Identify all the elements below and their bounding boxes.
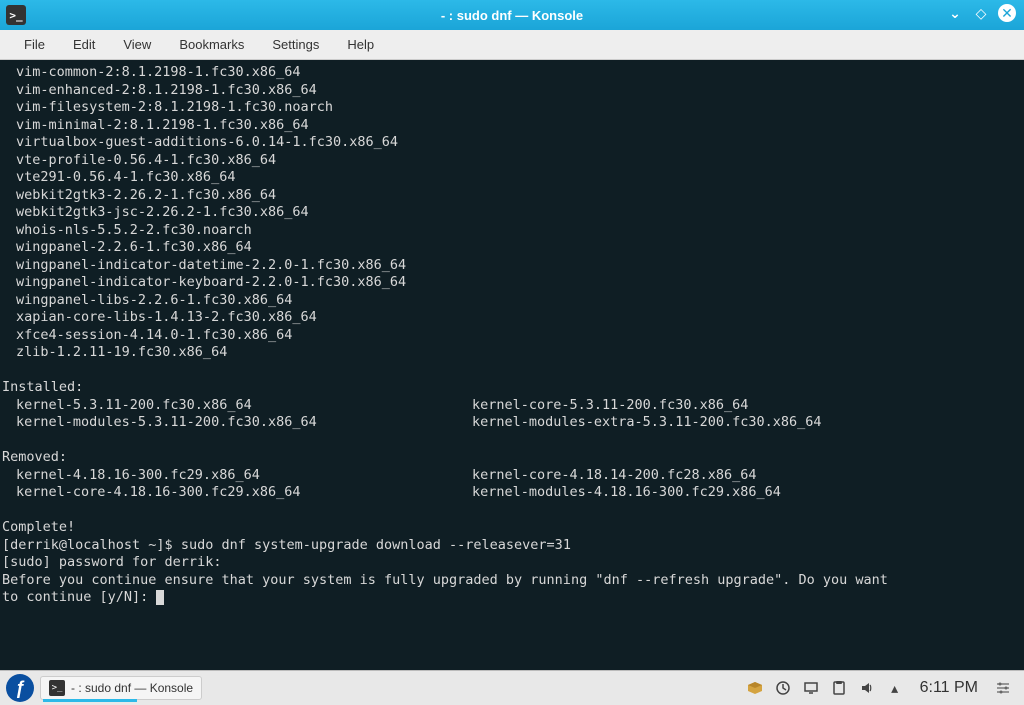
menu-edit[interactable]: Edit (59, 32, 109, 57)
removed-row: kernel-4.18.16-300.fc29.x86_64kernel-cor… (2, 467, 1022, 485)
settings-icon[interactable] (994, 679, 1012, 697)
package-line: wingpanel-2.2.6-1.fc30.x86_64 (2, 239, 1022, 257)
package-line: vim-common-2:8.1.2198-1.fc30.x86_64 (2, 64, 1022, 82)
display-icon[interactable] (802, 679, 820, 697)
app-icon: >_ (6, 5, 26, 25)
package-line: vim-minimal-2:8.1.2198-1.fc30.x86_64 (2, 117, 1022, 135)
system-tray: ▴ 6:11 PM (746, 679, 1018, 697)
removed-header: Removed: (2, 449, 1022, 467)
package-line: xfce4-session-4.14.0-1.fc30.x86_64 (2, 327, 1022, 345)
menu-file[interactable]: File (10, 32, 59, 57)
window-titlebar: >_ - : sudo dnf — Konsole ⌄ ◇ ✕ (0, 0, 1024, 30)
update-icon[interactable] (774, 679, 792, 697)
package-line: vte-profile-0.56.4-1.fc30.x86_64 (2, 152, 1022, 170)
package-line: vim-filesystem-2:8.1.2198-1.fc30.noarch (2, 99, 1022, 117)
package-line: zlib-1.2.11-19.fc30.x86_64 (2, 344, 1022, 362)
prompt-line: [derrik@localhost ~]$ sudo dnf system-up… (2, 537, 1022, 555)
menu-help[interactable]: Help (333, 32, 388, 57)
package-line: webkit2gtk3-2.26.2-1.fc30.x86_64 (2, 187, 1022, 205)
start-button[interactable]: ƒ (6, 674, 34, 702)
minimize-button[interactable]: ⌄ (946, 4, 964, 22)
window-title: - : sudo dnf — Konsole (441, 8, 583, 23)
package-line: wingpanel-libs-2.2.6-1.fc30.x86_64 (2, 292, 1022, 310)
menu-settings[interactable]: Settings (258, 32, 333, 57)
task-label: - : sudo dnf — Konsole (71, 681, 193, 695)
confirm-line: Before you continue ensure that your sys… (2, 572, 1022, 607)
package-line: wingpanel-indicator-keyboard-2.2.0-1.fc3… (2, 274, 1022, 292)
clock[interactable]: 6:11 PM (914, 679, 984, 697)
package-line: virtualbox-guest-additions-6.0.14-1.fc30… (2, 134, 1022, 152)
installed-header: Installed: (2, 379, 1022, 397)
terminal-output[interactable]: vim-common-2:8.1.2198-1.fc30.x86_64vim-e… (0, 60, 1024, 670)
removed-row: kernel-core-4.18.16-300.fc29.x86_64kerne… (2, 484, 1022, 502)
package-icon[interactable] (746, 679, 764, 697)
menu-view[interactable]: View (109, 32, 165, 57)
package-line: webkit2gtk3-jsc-2.26.2-1.fc30.x86_64 (2, 204, 1022, 222)
package-line: vte291-0.56.4-1.fc30.x86_64 (2, 169, 1022, 187)
terminal-icon: >_ (49, 680, 65, 696)
maximize-button[interactable]: ◇ (972, 4, 990, 22)
package-line: xapian-core-libs-1.4.13-2.fc30.x86_64 (2, 309, 1022, 327)
volume-icon[interactable] (858, 679, 876, 697)
package-line: vim-enhanced-2:8.1.2198-1.fc30.x86_64 (2, 82, 1022, 100)
installed-row: kernel-5.3.11-200.fc30.x86_64kernel-core… (2, 397, 1022, 415)
package-line: whois-nls-5.5.2-2.fc30.noarch (2, 222, 1022, 240)
package-line: wingpanel-indicator-datetime-2.2.0-1.fc3… (2, 257, 1022, 275)
active-indicator (43, 699, 137, 702)
clipboard-icon[interactable] (830, 679, 848, 697)
installed-row: kernel-modules-5.3.11-200.fc30.x86_64ker… (2, 414, 1022, 432)
window-controls: ⌄ ◇ ✕ (946, 4, 1016, 22)
taskbar: ƒ >_ - : sudo dnf — Konsole ▴ 6:11 PM (0, 670, 1024, 705)
menubar: File Edit View Bookmarks Settings Help (0, 30, 1024, 60)
close-button[interactable]: ✕ (998, 4, 1016, 22)
tray-expand-icon[interactable]: ▴ (886, 679, 904, 697)
sudo-line: [sudo] password for derrik: (2, 554, 1022, 572)
complete-line: Complete! (2, 519, 1022, 537)
terminal-cursor (156, 590, 164, 605)
taskbar-task-konsole[interactable]: >_ - : sudo dnf — Konsole (40, 676, 202, 700)
menu-bookmarks[interactable]: Bookmarks (165, 32, 258, 57)
